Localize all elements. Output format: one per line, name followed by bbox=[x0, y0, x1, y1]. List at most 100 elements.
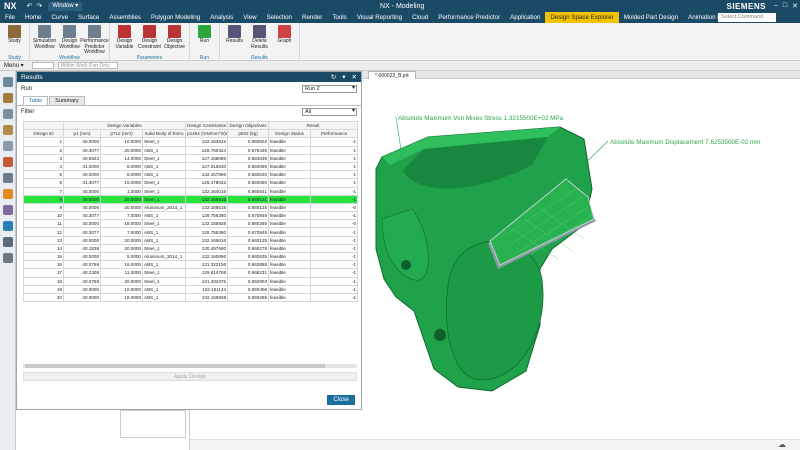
menu-tab-performance-predictor[interactable]: Performance Predictor bbox=[433, 12, 505, 23]
history-icon[interactable] bbox=[2, 173, 13, 183]
redo-icon[interactable]: ↷ bbox=[36, 2, 42, 10]
results-tabs: Table Summary bbox=[17, 96, 361, 105]
run-select[interactable]: Run 2 bbox=[302, 85, 357, 93]
table-row[interactable]: 1 40.0000 10.0000 Steel_1 132.153832 0.660502… bbox=[23, 137, 359, 147]
type-filter-combo[interactable] bbox=[31, 62, 54, 69]
constraint-navigator-icon[interactable] bbox=[2, 109, 13, 119]
hd3d-tools-icon[interactable] bbox=[2, 141, 13, 151]
table-cell: Steel_1 bbox=[141, 137, 187, 147]
table-row[interactable]: 18 40.0769 20.0000 Steel_1 131.334376 0.66290… bbox=[23, 276, 359, 286]
undo-icon[interactable]: ↶ bbox=[27, 2, 33, 10]
table-row[interactable]: 14 40.1538 20.0000 Steel_1 130.497680 0.66527… bbox=[23, 243, 359, 254]
table-row[interactable]: 17 40.2308 11.0000 Steel_1 129.614768 0.66823… bbox=[23, 268, 359, 278]
table-cell: 10 bbox=[23, 211, 64, 221]
table-row[interactable]: 12 40.3077 7.0000 ABS_1 128.756360 0.670849 fe… bbox=[23, 227, 359, 237]
menu-tab-design-space-explorer[interactable]: Design Space Explorer bbox=[545, 12, 619, 23]
column-header[interactable]: p832 (kg) bbox=[227, 129, 270, 139]
menu-tab-home[interactable]: Home bbox=[20, 12, 47, 23]
table-row[interactable]: 11 40.0000 18.0000 Steel_1 132.155928 0.66028… bbox=[23, 219, 359, 229]
menu-button[interactable]: Menu ▾ bbox=[0, 62, 28, 69]
web-browser-icon[interactable] bbox=[2, 157, 13, 167]
dialog-close-icon[interactable]: ✕ bbox=[352, 73, 357, 81]
column-header[interactable]: p1454 (mN/mm^2(k bbox=[185, 129, 229, 139]
table-row[interactable]: 13 40.0000 20.0000 ABS_1 132.165616 0.660125 f… bbox=[23, 235, 359, 245]
table-row[interactable]: 2 40.3077 20.0000 ABS_1 128.760424 0.676435 fe… bbox=[23, 145, 359, 155]
tab-summary[interactable]: Summary bbox=[49, 96, 85, 105]
table-cell: feasible bbox=[268, 202, 312, 213]
table-row[interactable]: 16 40.0769 16.0000 ABS_1 131.322106 0.662858 f… bbox=[23, 260, 359, 270]
column-header[interactable]: p1 (mm) bbox=[63, 129, 101, 139]
menu-tab-polygon-modeling[interactable]: Polygon Modeling bbox=[146, 12, 205, 23]
cloud-icon[interactable]: ☁ bbox=[778, 440, 786, 449]
table-row[interactable]: 15 40.0000 5.0000 Aluminum_2014_1 132.160696… bbox=[23, 251, 359, 262]
table-row[interactable]: 4 41.0000 8.0000 ABS_1 127.016630 0.694069 fea… bbox=[23, 161, 359, 172]
table-cell: 0.660502 bbox=[227, 137, 270, 147]
menu-tab-assemblies[interactable]: Assemblies bbox=[104, 12, 146, 23]
table-row[interactable]: 8 40.0000 20.0000 Steel_1 132.165616 0.660121… bbox=[23, 194, 359, 204]
ribbon-group-run: Run Run bbox=[190, 23, 220, 61]
minimize-icon[interactable]: – bbox=[774, 2, 778, 10]
graphics-window[interactable]: Absolute Maximum Von Mises Stress 1.3215… bbox=[362, 79, 800, 439]
table-row[interactable]: 10 40.3077 7.0000 ABS_1 128.756360 0.670849 fe… bbox=[23, 211, 359, 221]
menu-tab-tools[interactable]: Tools bbox=[327, 12, 351, 23]
maximize-icon[interactable]: □ bbox=[783, 2, 787, 10]
table-row[interactable]: 5 40.0000 8.0000 ABS_1 132.157896 0.660520 fea… bbox=[23, 170, 359, 180]
table-cell: 2 bbox=[23, 145, 64, 155]
table-row[interactable]: 20 40.0000 18.0000 ABS_1 132.155928 0.660285 f… bbox=[23, 292, 359, 303]
menu-tab-curve[interactable]: Curve bbox=[47, 12, 74, 23]
menu-tab-selection[interactable]: Selection bbox=[262, 12, 297, 23]
table-cell: 40.0769 bbox=[63, 276, 101, 286]
menu-tab-surface[interactable]: Surface bbox=[73, 12, 104, 23]
close-window-icon[interactable]: ✕ bbox=[792, 2, 798, 10]
table-row[interactable]: 19 40.0000 10.0000 ABS_1 132.161144 0.660406 f… bbox=[23, 284, 359, 294]
table-cell: -1 bbox=[310, 153, 359, 163]
selection-scope-combo[interactable]: Within Work Part Only bbox=[57, 62, 118, 69]
apply-design-button[interactable]: Apply Design bbox=[23, 372, 357, 381]
command-search-input[interactable]: Select Command bbox=[718, 13, 776, 22]
settings-icon[interactable] bbox=[2, 253, 13, 263]
group-header-row: Design Variables Design Constraints Desi… bbox=[23, 120, 359, 131]
column-header[interactable]: Performance bbox=[310, 129, 359, 139]
table-cell: 40.0000 bbox=[63, 292, 101, 303]
tab-table[interactable]: Table bbox=[23, 96, 49, 105]
menu-tab-molded-part-design[interactable]: Molded Part Design bbox=[619, 12, 683, 23]
menu-tab-cloud[interactable]: Cloud bbox=[407, 12, 433, 23]
part-file-tab[interactable]: *-000622_B.prt bbox=[368, 71, 416, 79]
clock-icon[interactable] bbox=[2, 237, 13, 247]
dialog-menu-icon[interactable]: ▾ bbox=[342, 73, 345, 81]
table-cell: 20.0000 bbox=[100, 202, 143, 213]
menu-tab-analysis[interactable]: Analysis bbox=[205, 12, 238, 23]
scrollbar-thumb[interactable] bbox=[25, 364, 325, 368]
menu-tab-visual-reporting[interactable]: Visual Reporting bbox=[352, 12, 407, 23]
ribbon-button-label: Simulation Workflow bbox=[32, 38, 57, 50]
table-horizontal-scrollbar[interactable] bbox=[23, 364, 357, 368]
table-row[interactable]: 7 40.0000 1.0000 Steel_1 132.164016 0.660541 f… bbox=[23, 186, 359, 196]
column-header[interactable]: Design ID bbox=[23, 129, 64, 139]
filter-select[interactable]: All bbox=[302, 107, 357, 116]
table-cell: 14 bbox=[23, 243, 64, 254]
system-materials-icon[interactable] bbox=[2, 221, 13, 231]
run-label: Run bbox=[21, 86, 33, 92]
reset-icon[interactable]: ↻ bbox=[331, 73, 336, 81]
part-navigator-icon[interactable] bbox=[2, 77, 13, 87]
table-cell: 132.165616 bbox=[185, 202, 229, 213]
column-header[interactable]: p712 (mm) bbox=[100, 129, 143, 139]
menu-tab-file[interactable]: File bbox=[0, 12, 20, 23]
column-header[interactable]: Solid Body of Extru bbox=[141, 129, 187, 139]
table-cell: 40.0000 bbox=[63, 251, 101, 262]
table-row[interactable]: 3 40.6923 14.0000 Steel_1 127.158096 0.683639… bbox=[23, 153, 359, 163]
column-header[interactable]: Design Status bbox=[268, 129, 312, 139]
table-row[interactable]: 9 40.0000 20.0000 Aluminum_2014_1 132.165616… bbox=[23, 202, 359, 213]
menu-tab-application[interactable]: Application bbox=[505, 12, 545, 23]
process-studio-icon[interactable] bbox=[2, 189, 13, 199]
menu-tab-render[interactable]: Render bbox=[297, 12, 327, 23]
group-header-result: Result bbox=[268, 120, 359, 131]
table-cell: 40.6923 bbox=[63, 153, 101, 163]
close-button[interactable]: Close bbox=[327, 395, 355, 405]
assembly-navigator-icon[interactable] bbox=[2, 93, 13, 103]
reuse-library-icon[interactable] bbox=[2, 125, 13, 135]
window-menu[interactable]: Window ▾ bbox=[48, 1, 83, 11]
roles-icon[interactable] bbox=[2, 205, 13, 215]
menu-tab-view[interactable]: View bbox=[238, 12, 261, 23]
table-row[interactable]: 6 41.3077 15.0000 Steel_1 126.478032 0.694050… bbox=[23, 178, 359, 188]
